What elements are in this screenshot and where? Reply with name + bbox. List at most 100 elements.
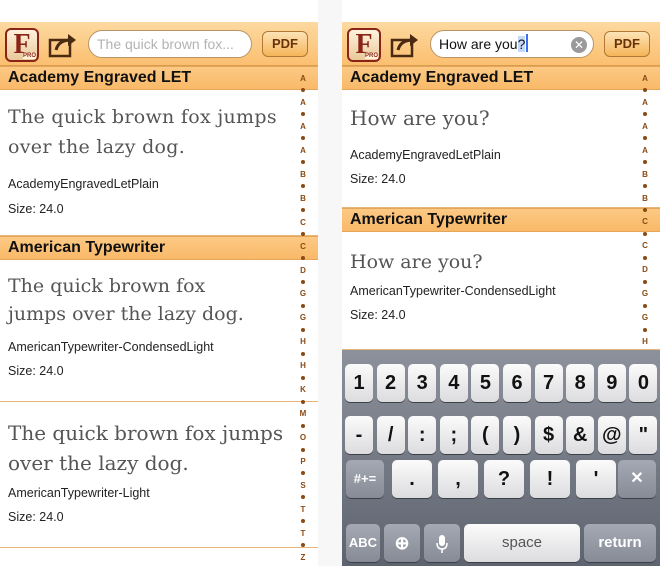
index-letter[interactable]: G: [642, 313, 648, 322]
delete-key[interactable]: ✕: [618, 460, 656, 498]
font-row[interactable]: How are you? AmericanTypewriter-Condense…: [342, 232, 660, 350]
index-dot: [301, 351, 305, 356]
index-letter[interactable]: T: [301, 529, 306, 538]
key[interactable]: (: [471, 416, 500, 454]
app-icon[interactable]: F PRO: [347, 28, 381, 62]
key[interactable]: 1: [345, 364, 373, 402]
toolbar: F PRO How are you? ✕ PDF: [342, 22, 660, 66]
pdf-button[interactable]: PDF: [262, 31, 308, 57]
key[interactable]: ): [503, 416, 531, 454]
app-icon-badge: PRO: [22, 53, 36, 59]
index-dot: [301, 495, 305, 500]
share-icon[interactable]: [48, 32, 78, 58]
key[interactable]: ": [629, 416, 658, 454]
key[interactable]: ;: [439, 416, 468, 454]
key[interactable]: 5: [471, 364, 500, 402]
clear-icon[interactable]: ✕: [571, 37, 587, 53]
index-dot: [643, 136, 647, 141]
index-letter[interactable]: G: [300, 313, 306, 322]
key[interactable]: $: [534, 416, 563, 454]
index-dot: [643, 88, 647, 93]
index-letter[interactable]: C: [642, 241, 648, 250]
font-sample: How are you?: [350, 106, 490, 130]
microphone-key[interactable]: [424, 524, 460, 562]
space-key[interactable]: space: [464, 524, 580, 562]
abc-key[interactable]: ABC: [346, 524, 380, 562]
font-row[interactable]: The quick brown fox jumps over the lazy …: [0, 90, 318, 236]
index-letter[interactable]: B: [642, 170, 648, 179]
index-letter[interactable]: P: [300, 457, 305, 466]
key[interactable]: 4: [439, 364, 468, 402]
index-letter[interactable]: G: [300, 289, 306, 298]
key[interactable]: 0: [629, 364, 658, 402]
font-list[interactable]: Academy Engraved LET How are you? Academ…: [342, 66, 660, 350]
key[interactable]: .: [392, 460, 432, 498]
key[interactable]: :: [408, 416, 437, 454]
index-letter[interactable]: B: [300, 194, 306, 203]
index-letter[interactable]: A: [642, 146, 648, 155]
index-letter[interactable]: M: [300, 409, 307, 418]
index-letter[interactable]: A: [642, 122, 648, 131]
font-list[interactable]: Academy Engraved LET The quick brown fox…: [0, 66, 318, 548]
section-header: Academy Engraved LET: [342, 66, 660, 90]
text-caret: [526, 34, 529, 52]
font-size: Size: 24.0: [8, 510, 64, 524]
key[interactable]: 6: [503, 364, 531, 402]
index-letter[interactable]: A: [642, 98, 648, 107]
section-index-bar[interactable]: A A A A B B C C D G G H: [630, 74, 660, 346]
symbols-mode-key[interactable]: #+=: [346, 460, 384, 498]
index-letter[interactable]: H: [642, 337, 648, 346]
index-letter[interactable]: O: [300, 433, 306, 442]
index-letter[interactable]: C: [642, 217, 648, 226]
key[interactable]: !: [530, 460, 570, 498]
index-letter[interactable]: S: [300, 481, 305, 490]
section-index-bar[interactable]: A A A A B B C C D G G H H K M O P S T T Z: [288, 74, 318, 562]
index-letter[interactable]: D: [300, 266, 306, 275]
index-letter[interactable]: B: [300, 170, 306, 179]
index-letter[interactable]: A: [300, 122, 306, 131]
key[interactable]: -: [345, 416, 373, 454]
app-icon[interactable]: F PRO: [5, 28, 39, 62]
font-row[interactable]: How are you? AcademyEngravedLetPlain Siz…: [342, 90, 660, 208]
font-sample: The quick brown fox jumps over the lazy …: [8, 275, 244, 325]
index-letter[interactable]: A: [300, 98, 306, 107]
left-screen: F PRO The quick brown fox... PDF Academy…: [0, 0, 318, 566]
font-size: Size: 24.0: [8, 364, 64, 378]
key[interactable]: /: [376, 416, 405, 454]
key[interactable]: ?: [484, 460, 524, 498]
index-letter[interactable]: H: [300, 337, 306, 346]
key[interactable]: 8: [566, 364, 595, 402]
key[interactable]: &: [566, 416, 595, 454]
index-letter[interactable]: K: [300, 385, 306, 394]
search-input[interactable]: The quick brown fox...: [88, 30, 252, 58]
key[interactable]: 7: [534, 364, 563, 402]
index-letter[interactable]: G: [642, 289, 648, 298]
key[interactable]: @: [597, 416, 626, 454]
index-letter[interactable]: B: [642, 194, 648, 203]
globe-key[interactable]: ⊕: [384, 524, 420, 562]
index-letter[interactable]: C: [300, 242, 306, 251]
pdf-button[interactable]: PDF: [604, 31, 650, 57]
share-icon[interactable]: [390, 32, 420, 58]
index-letter[interactable]: A: [300, 74, 306, 83]
key[interactable]: 3: [408, 364, 437, 402]
return-key[interactable]: return: [584, 524, 656, 562]
search-input[interactable]: How are you? ✕: [430, 30, 594, 58]
font-row[interactable]: The quick brown fox jumps over the lazy …: [0, 402, 318, 548]
key[interactable]: ': [576, 460, 616, 498]
index-letter[interactable]: A: [642, 74, 648, 83]
key[interactable]: 9: [597, 364, 626, 402]
index-letter[interactable]: C: [300, 218, 306, 227]
font-row[interactable]: The quick brown fox jumps over the lazy …: [0, 260, 318, 402]
index-dot: [643, 303, 647, 308]
index-letter[interactable]: A: [300, 146, 306, 155]
key[interactable]: ,: [438, 460, 478, 498]
index-letter[interactable]: T: [301, 505, 306, 514]
index-letter[interactable]: H: [300, 361, 306, 370]
index-dot: [301, 471, 305, 476]
index-letter[interactable]: D: [642, 265, 648, 274]
key[interactable]: 2: [376, 364, 405, 402]
index-dot: [301, 447, 305, 452]
index-letter[interactable]: Z: [301, 553, 306, 562]
index-dot: [301, 184, 305, 189]
